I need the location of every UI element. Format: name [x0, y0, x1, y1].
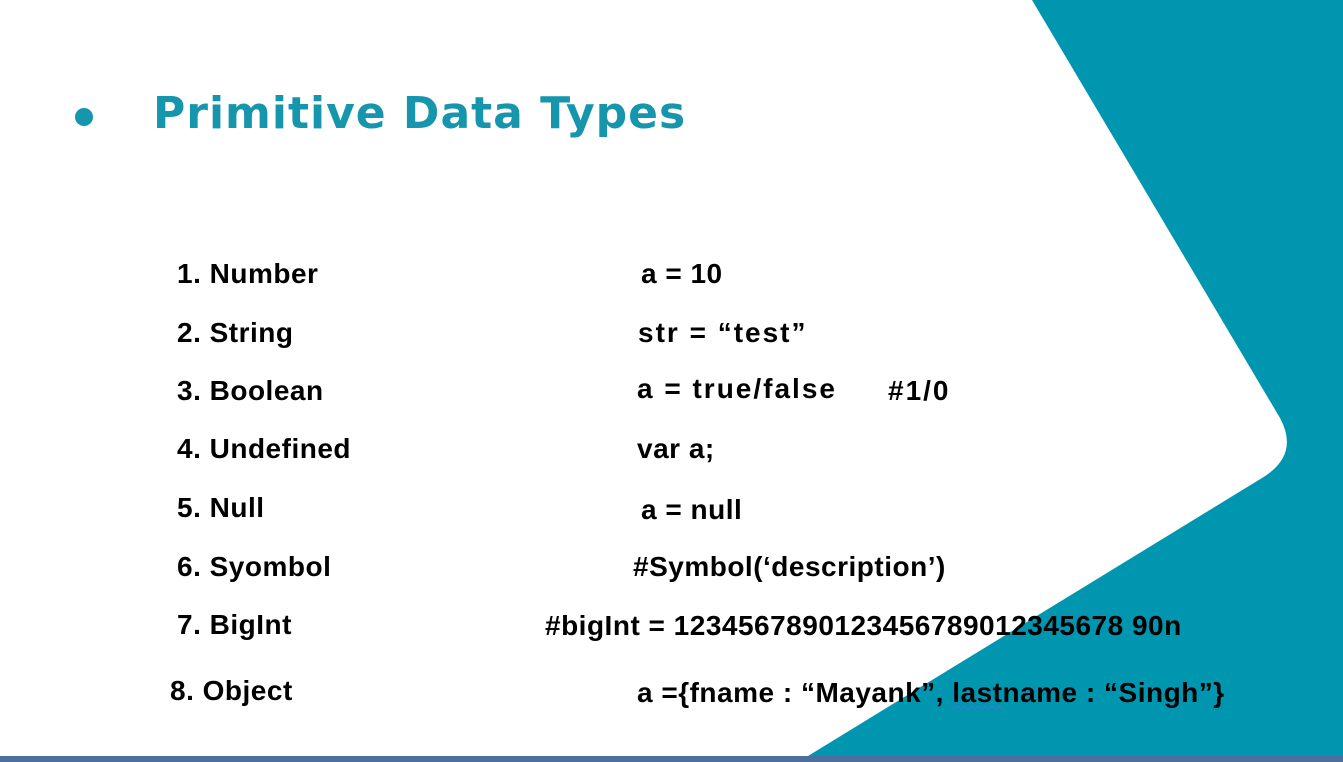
item-example-bigint: #bigInt = 1234567890123456789012345678 9… [545, 610, 1182, 641]
slide-title: Primitive Data Types [153, 88, 687, 139]
item-example-boolean: a = true/false [637, 373, 837, 404]
spellcheck-underlined-word: last [952, 677, 1003, 708]
item-label-string: 2. String [177, 317, 294, 348]
bottom-bar [0, 756, 1343, 762]
item-label-boolean: 3. Boolean [177, 375, 324, 406]
item-example-null: a = null [641, 494, 743, 525]
item-label-object: 8. Object [170, 675, 293, 706]
object-example-suffix: name : “Singh”} [1002, 677, 1225, 708]
item-example-undefined: var a; [637, 433, 715, 464]
item-note-boolean: #1/0 [888, 375, 951, 406]
item-example-symbol: #Symbol(‘description’) [633, 551, 946, 582]
item-example-string: str = “test” [638, 317, 808, 348]
object-example-prefix: a ={fname : “Mayank”, [637, 677, 953, 708]
item-label-bigint: 7. BigInt [177, 609, 292, 640]
slide: Primitive Data Types 1. Number 2. String… [0, 0, 1343, 762]
item-label-undefined: 4. Undefined [177, 433, 352, 464]
item-example-number: a = 10 [641, 258, 723, 289]
bullet-icon [75, 108, 93, 126]
item-label-number: 1. Number [177, 258, 319, 289]
item-example-object: a ={fname : “Mayank”, lastname : “Singh”… [637, 677, 1225, 709]
item-label-symbol: 6. Syombol [177, 551, 332, 582]
item-label-null: 5. Null [177, 492, 265, 523]
